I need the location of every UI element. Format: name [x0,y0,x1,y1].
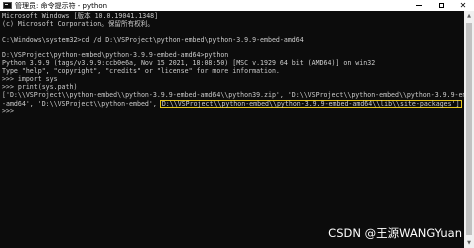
console-line-with-highlight: -amd64', 'D:\\VSProject\\python-embed', D… [2,99,464,108]
console-line: (c) Microsoft Corporation。保留所有权利。 [2,19,154,28]
close-button[interactable]: ✕ [452,0,474,11]
scrollbar-thumb[interactable] [466,23,472,235]
console-line: ['D:\\VSProject\\python-embed\\python-3.… [2,90,474,99]
console-prompt-line: >>> [2,106,464,116]
minimize-icon [416,5,422,6]
minimize-button[interactable] [408,0,430,11]
console-output[interactable]: Microsoft Windows [版本 10.0.19041.1348] (… [0,11,474,248]
maximize-button[interactable] [430,0,452,11]
window-controls: ✕ [408,0,474,11]
console-line-text: -amd64', 'D:\\VSProject\\python-embed', [2,99,157,108]
scroll-up-arrow-icon[interactable]: ▲ [464,11,474,21]
scroll-down-arrow-icon[interactable]: ▼ [464,238,474,248]
console-prompt: >>> [2,106,14,115]
site-packages-highlight: D:\\VSProject\\python-embed\\python-3.9.… [159,99,462,108]
title-bar: 管理员: 命令提示符 - python ✕ [0,0,474,11]
window-title: 管理员: 命令提示符 - python [15,1,108,10]
console-line: C:\Windows\system32>cd /d D:\VSProject\p… [2,35,304,44]
cmd-icon [3,2,12,9]
console-line: Type "help", "copyright", "credits" or "… [2,67,280,76]
maximize-icon [438,3,444,8]
watermark: CSDN @王源WANGYuan [328,226,462,240]
vertical-scrollbar[interactable]: ▲ ▼ [464,11,474,248]
